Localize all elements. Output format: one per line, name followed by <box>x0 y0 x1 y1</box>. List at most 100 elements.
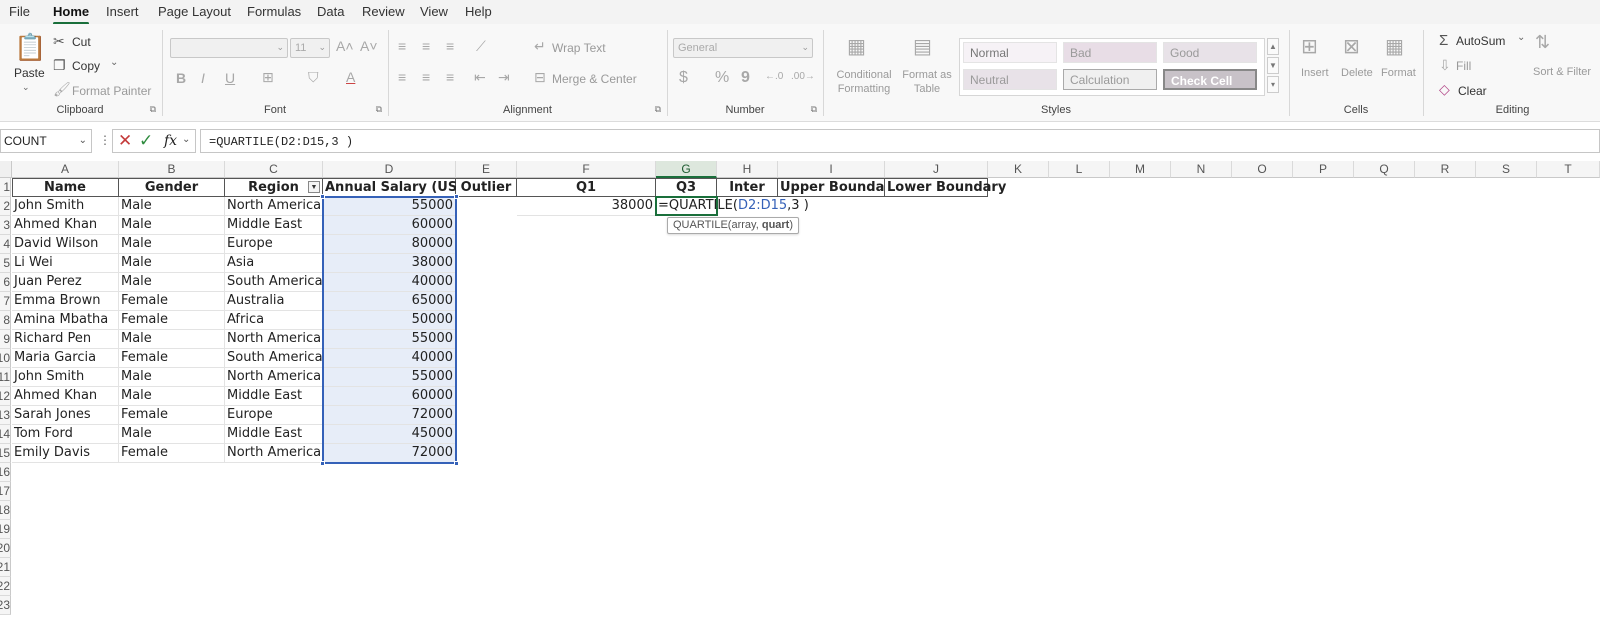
font-color-icon[interactable]: A <box>346 69 355 85</box>
row-header-22[interactable]: 22 <box>0 577 11 596</box>
data-cell-c12[interactable]: Middle East <box>225 387 323 406</box>
data-cell-c9[interactable]: North America <box>225 330 323 349</box>
column-header-r[interactable]: R <box>1415 161 1476 178</box>
row-header-1[interactable]: 1 <box>0 178 11 197</box>
data-cell-c10[interactable]: South America <box>225 349 323 368</box>
data-cell-a2[interactable]: John Smith <box>12 197 119 216</box>
data-cell-d3[interactable]: 60000 <box>323 216 456 235</box>
align-top-icon[interactable]: ≡ <box>398 38 406 54</box>
data-cell-a14[interactable]: Tom Ford <box>12 425 119 444</box>
align-left-icon[interactable]: ≡ <box>398 69 406 85</box>
decrease-font-icon[interactable]: A˅ <box>360 38 378 54</box>
cancel-icon[interactable]: ✕ <box>118 131 132 151</box>
styles-scroll-up-icon[interactable]: ▲ <box>1267 38 1279 55</box>
data-cell-a4[interactable]: David Wilson <box>12 235 119 254</box>
fill-color-icon[interactable]: ⛉ <box>308 69 319 86</box>
row-header-8[interactable]: 8 <box>0 311 11 330</box>
row-header-2[interactable]: 2 <box>0 197 11 216</box>
data-cell-a9[interactable]: Richard Pen <box>12 330 119 349</box>
data-cell-d13[interactable]: 72000 <box>323 406 456 425</box>
data-cell-d7[interactable]: 65000 <box>323 292 456 311</box>
autosum-dropdown-icon[interactable]: ⌄ <box>1517 32 1525 43</box>
data-cell-c13[interactable]: Europe <box>225 406 323 425</box>
header-cell-d[interactable]: Annual Salary (USD) <box>323 178 474 197</box>
underline-button[interactable]: U <box>225 70 235 86</box>
data-cell-a5[interactable]: Li Wei <box>12 254 119 273</box>
data-cell-c6[interactable]: South America <box>225 273 323 292</box>
format-cells-button[interactable]: Format <box>1381 67 1416 79</box>
row-header-15[interactable]: 15 <box>0 444 11 463</box>
data-cell-b12[interactable]: Male <box>119 387 225 406</box>
menu-tab-formulas[interactable]: Formulas <box>247 4 301 19</box>
font-size-combo[interactable]: 11 ⌄ <box>290 38 330 58</box>
name-box-dropdown-icon[interactable]: ⌄ <box>79 135 87 146</box>
eraser-icon[interactable]: ◇ <box>1439 81 1450 98</box>
data-cell-b2[interactable]: Male <box>119 197 225 216</box>
formula-bar-grip-icon[interactable]: ⋮ <box>99 133 111 147</box>
data-cell-b7[interactable]: Female <box>119 292 225 311</box>
data-cell-b15[interactable]: Female <box>119 444 225 463</box>
copy-dropdown-icon[interactable]: ⌄ <box>110 57 118 68</box>
function-tooltip[interactable]: QUARTILE(array, quart) <box>667 217 800 234</box>
column-header-h[interactable]: H <box>717 161 778 178</box>
wrap-text-button[interactable]: Wrap Text <box>552 41 606 55</box>
active-cell-editor[interactable]: =QUARTILE(D2:D15,3 ) <box>655 196 809 216</box>
data-cell-b6[interactable]: Male <box>119 273 225 292</box>
data-cell-b3[interactable]: Male <box>119 216 225 235</box>
menu-tab-review[interactable]: Review <box>362 4 405 19</box>
insert-function-button[interactable]: fx <box>164 133 177 149</box>
decrease-indent-icon[interactable]: ⇤ <box>474 69 486 86</box>
row-header-14[interactable]: 14 <box>0 425 11 444</box>
row-header-20[interactable]: 20 <box>0 539 11 558</box>
paste-dropdown-icon[interactable]: ⌄ <box>22 82 30 93</box>
row-header-17[interactable]: 17 <box>0 482 11 501</box>
fill-icon[interactable]: ⇩ <box>1439 57 1451 74</box>
clear-button[interactable]: Clear <box>1458 84 1487 98</box>
menu-tab-help[interactable]: Help <box>465 4 492 19</box>
data-cell-d6[interactable]: 40000 <box>323 273 456 292</box>
row-header-6[interactable]: 6 <box>0 273 11 292</box>
row-header-13[interactable]: 13 <box>0 406 11 425</box>
data-cell-c4[interactable]: Europe <box>225 235 323 254</box>
header-cell-b[interactable]: Gender <box>119 178 225 197</box>
insert-cells-icon[interactable]: ⊞ <box>1301 34 1318 59</box>
increase-font-icon[interactable]: A˄ <box>336 38 354 54</box>
number-format-combo[interactable]: General ⌄ <box>673 38 813 58</box>
styles-scroll-down-icon[interactable]: ▼ <box>1267 57 1279 74</box>
copy-button[interactable]: Copy <box>72 59 100 73</box>
merge-center-button[interactable]: Merge & Center <box>552 72 637 86</box>
delete-cells-icon[interactable]: ⊠ <box>1343 34 1360 59</box>
data-cell-d12[interactable]: 60000 <box>323 387 456 406</box>
select-all-corner[interactable] <box>0 161 12 178</box>
data-cell-c5[interactable]: Asia <box>225 254 323 273</box>
style-bad[interactable]: Bad <box>1063 42 1157 63</box>
row-header-18[interactable]: 18 <box>0 501 11 520</box>
column-header-n[interactable]: N <box>1171 161 1232 178</box>
style-calculation[interactable]: Calculation <box>1063 69 1157 90</box>
menu-tab-data[interactable]: Data <box>317 4 344 19</box>
fx-dropdown-icon[interactable]: ⌄ <box>182 134 190 145</box>
scissors-icon[interactable]: ✂ <box>53 33 65 50</box>
font-launcher-icon[interactable]: ⧉ <box>376 104 382 115</box>
row-header-16[interactable]: 16 <box>0 463 11 482</box>
fill-button[interactable]: Fill <box>1456 59 1471 73</box>
format-as-table-icon[interactable]: ▤ <box>913 34 932 59</box>
row-header-3[interactable]: 3 <box>0 216 11 235</box>
data-cell-b8[interactable]: Female <box>119 311 225 330</box>
style-check-cell[interactable]: Check Cell <box>1163 69 1257 90</box>
column-header-o[interactable]: O <box>1232 161 1293 178</box>
header-cell-a[interactable]: Name <box>12 178 119 197</box>
align-middle-icon[interactable]: ≡ <box>422 38 430 54</box>
header-cell-i[interactable]: Upper Boundary <box>778 178 899 197</box>
header-cell-j[interactable]: Lower Boundary <box>885 178 1006 197</box>
autosum-icon[interactable]: Σ <box>1439 32 1448 49</box>
insert-cells-button[interactable]: Insert <box>1301 67 1329 79</box>
style-normal[interactable]: Normal <box>963 42 1057 63</box>
data-cell-a15[interactable]: Emily Davis <box>12 444 119 463</box>
column-header-b[interactable]: B <box>119 161 225 178</box>
data-cell-c15[interactable]: North America <box>225 444 323 463</box>
alignment-launcher-icon[interactable]: ⧉ <box>655 104 661 115</box>
data-cell-b11[interactable]: Male <box>119 368 225 387</box>
column-header-p[interactable]: P <box>1293 161 1354 178</box>
paste-icon[interactable]: 📋 <box>14 32 46 64</box>
